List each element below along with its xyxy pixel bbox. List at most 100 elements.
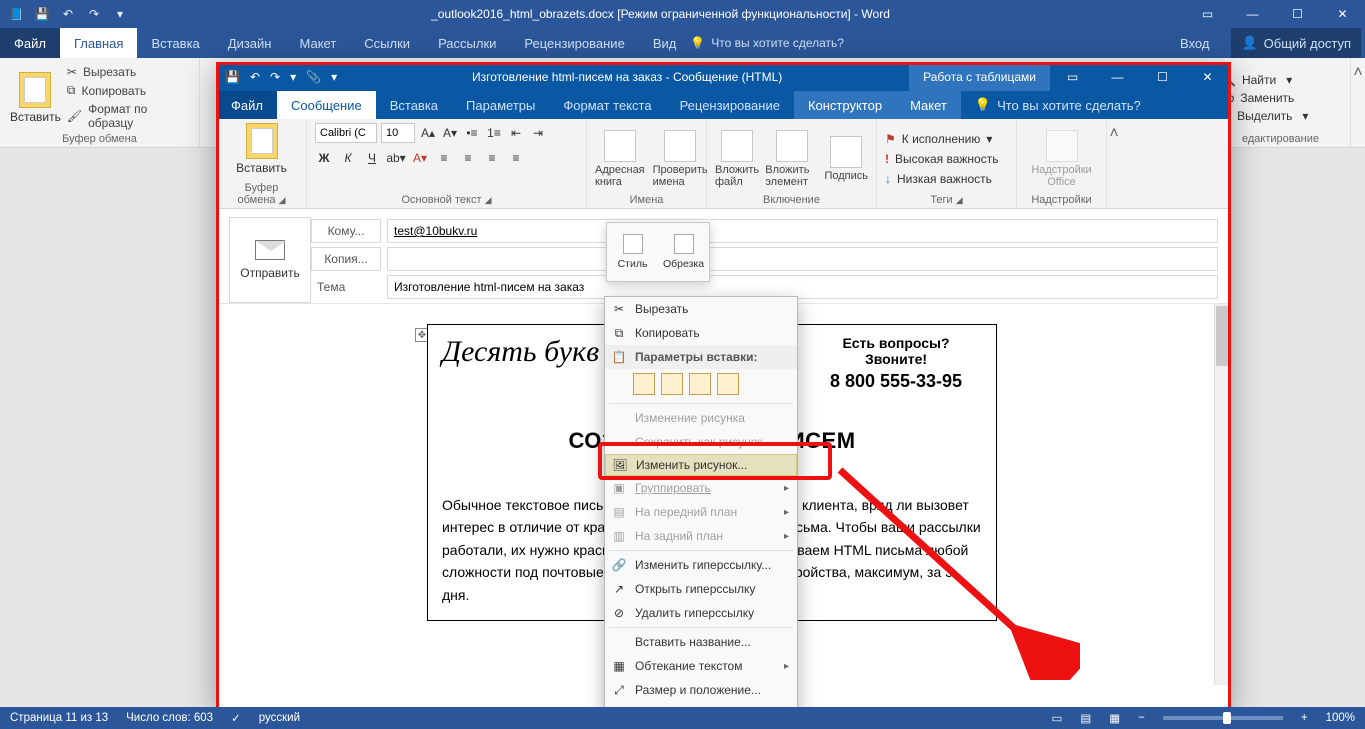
tab-file[interactable]: Файл — [217, 91, 277, 119]
paste-button[interactable]: Вставить — [236, 123, 287, 175]
close-icon[interactable]: ✕ — [1185, 63, 1230, 91]
paste-option-2[interactable] — [661, 373, 683, 395]
italic-button[interactable]: К — [339, 149, 357, 167]
align-center-icon[interactable]: ≡ — [459, 149, 477, 167]
numbering-icon[interactable]: 1≡ — [485, 124, 503, 142]
ribbon-options-icon[interactable]: ▭ — [1185, 0, 1230, 28]
subject-input[interactable] — [387, 275, 1218, 299]
zoom-slider[interactable] — [1163, 716, 1283, 720]
tab-message[interactable]: Сообщение — [277, 91, 376, 119]
tab-options[interactable]: Параметры — [452, 91, 549, 119]
ctx-cut[interactable]: ✂Вырезать — [605, 297, 797, 321]
collapse-ribbon-icon[interactable]: ˄ — [1351, 58, 1365, 147]
underline-button[interactable]: Ч — [363, 149, 381, 167]
undo-icon[interactable]: ↶ — [250, 70, 260, 84]
tellme-search[interactable]: 💡 Что вы хотите сделать? — [961, 91, 1155, 119]
tab-view[interactable]: Вид — [639, 28, 691, 58]
tab-design[interactable]: Конструктор — [794, 91, 896, 119]
ctx-wrap-text[interactable]: ▦Обтекание текстом▸ — [605, 654, 797, 678]
collapse-ribbon-icon[interactable]: ˄ — [1107, 119, 1121, 208]
status-page[interactable]: Страница 11 из 13 — [10, 712, 108, 724]
high-importance-button[interactable]: !Высокая важность — [885, 152, 998, 166]
close-icon[interactable]: ✕ — [1320, 0, 1365, 28]
redo-icon[interactable]: ↷ — [270, 70, 280, 84]
send-button[interactable]: Отправить — [229, 217, 311, 303]
indent-icon[interactable]: ⇥ — [529, 124, 547, 142]
view-readmode-icon[interactable]: ▭ — [1052, 711, 1063, 725]
view-web-icon[interactable]: ▦ — [1109, 711, 1120, 725]
addressbook-button[interactable]: Адресная книга — [595, 130, 645, 188]
share-button[interactable]: 👤 Общий доступ — [1231, 28, 1361, 58]
ctx-remove-hyperlink[interactable]: ⊘Удалить гиперссылку — [605, 601, 797, 625]
maximize-icon[interactable]: ☐ — [1275, 0, 1320, 28]
zoom-in-icon[interactable]: + — [1301, 712, 1308, 724]
tab-file[interactable]: Файл — [0, 28, 60, 58]
ctx-change-picture[interactable]: 🖼Изменить рисунок... — [605, 454, 797, 476]
status-word-count[interactable]: Число слов: 603 — [126, 712, 213, 724]
to-button[interactable]: Кому... — [311, 219, 381, 243]
tab-home[interactable]: Главная — [60, 28, 137, 58]
font-color-icon[interactable]: A▾ — [411, 149, 429, 167]
align-right-icon[interactable]: ≡ — [483, 149, 501, 167]
cc-input[interactable] — [387, 247, 1218, 271]
tab-insert[interactable]: Вставка — [376, 91, 452, 119]
cc-button[interactable]: Копия... — [311, 247, 381, 271]
addins-button[interactable]: Надстройки Office — [1025, 130, 1098, 188]
redo-icon[interactable]: ↷ — [86, 6, 102, 22]
attachfile-button[interactable]: Вложить файл — [715, 130, 759, 188]
tab-references[interactable]: Ссылки — [350, 28, 424, 58]
picture-style-button[interactable]: Стиль — [607, 223, 658, 281]
scroll-thumb[interactable] — [1216, 306, 1228, 366]
paste-option-1[interactable] — [633, 373, 655, 395]
zoom-level[interactable]: 100% — [1326, 712, 1355, 724]
align-left-icon[interactable]: ≡ — [435, 149, 453, 167]
tab-insert[interactable]: Вставка — [137, 28, 213, 58]
ctx-open-hyperlink[interactable]: ↗Открыть гиперссылку — [605, 577, 797, 601]
ribbon-options-icon[interactable]: ▭ — [1050, 63, 1095, 91]
view-print-icon[interactable]: ▤ — [1080, 711, 1091, 725]
minimize-icon[interactable]: — — [1230, 0, 1275, 28]
qat-dropdown-icon[interactable]: ▾ — [112, 6, 128, 22]
outdent-icon[interactable]: ⇤ — [507, 124, 525, 142]
zoom-out-icon[interactable]: − — [1138, 712, 1145, 724]
qat-dropdown-icon[interactable]: ▾ — [290, 70, 296, 84]
highlight-icon[interactable]: ab▾ — [387, 149, 405, 167]
qat-dropdown-icon[interactable]: ▾ — [331, 70, 337, 84]
ctx-insert-caption[interactable]: Вставить название... — [605, 630, 797, 654]
signature-button[interactable]: Подпись — [824, 136, 868, 182]
maximize-icon[interactable]: ☐ — [1140, 63, 1185, 91]
undo-icon[interactable]: ↶ — [60, 6, 76, 22]
font-name-input[interactable] — [315, 123, 377, 143]
shrink-font-icon[interactable]: A▾ — [441, 124, 459, 142]
paste-option-4[interactable] — [717, 373, 739, 395]
bold-button[interactable]: Ж — [315, 149, 333, 167]
copy-button[interactable]: ⧉Копировать — [67, 83, 189, 98]
tab-review[interactable]: Рецензирование — [666, 91, 794, 119]
attachitem-button[interactable]: Вложить элемент — [765, 130, 818, 188]
attach-icon[interactable]: 📎 — [306, 70, 321, 84]
tab-mailings[interactable]: Рассылки — [424, 28, 510, 58]
ctx-size-position[interactable]: ⤢Размер и положение... — [605, 678, 797, 702]
replace-button[interactable]: abЗаменить — [1221, 91, 1308, 105]
minimize-icon[interactable]: — — [1095, 63, 1140, 91]
bullets-icon[interactable]: •≡ — [463, 124, 481, 142]
cut-button[interactable]: ✂Вырезать — [67, 65, 189, 79]
status-spellcheck-icon[interactable]: ✓ — [231, 711, 241, 725]
low-importance-button[interactable]: ↓Низкая важность — [885, 172, 998, 186]
save-icon[interactable]: 💾 — [225, 70, 240, 84]
find-button[interactable]: 🔍Найти▾ — [1221, 73, 1308, 87]
crop-button[interactable]: Обрезка — [658, 223, 709, 281]
paste-option-3[interactable] — [689, 373, 711, 395]
checknames-button[interactable]: Проверить имена — [653, 130, 708, 188]
tab-formattext[interactable]: Формат текста — [549, 91, 665, 119]
tab-review[interactable]: Рецензирование — [510, 28, 638, 58]
to-input[interactable] — [387, 219, 1218, 243]
save-icon[interactable]: 💾 — [34, 6, 50, 22]
signin-link[interactable]: Вход — [1166, 36, 1223, 51]
font-size-input[interactable] — [381, 123, 415, 143]
grow-font-icon[interactable]: A▴ — [419, 124, 437, 142]
status-language[interactable]: русский — [259, 712, 300, 724]
select-button[interactable]: ↖Выделить▾ — [1221, 109, 1308, 123]
ctx-copy[interactable]: ⧉Копировать — [605, 321, 797, 345]
ctx-edit-hyperlink[interactable]: 🔗Изменить гиперссылку... — [605, 553, 797, 577]
